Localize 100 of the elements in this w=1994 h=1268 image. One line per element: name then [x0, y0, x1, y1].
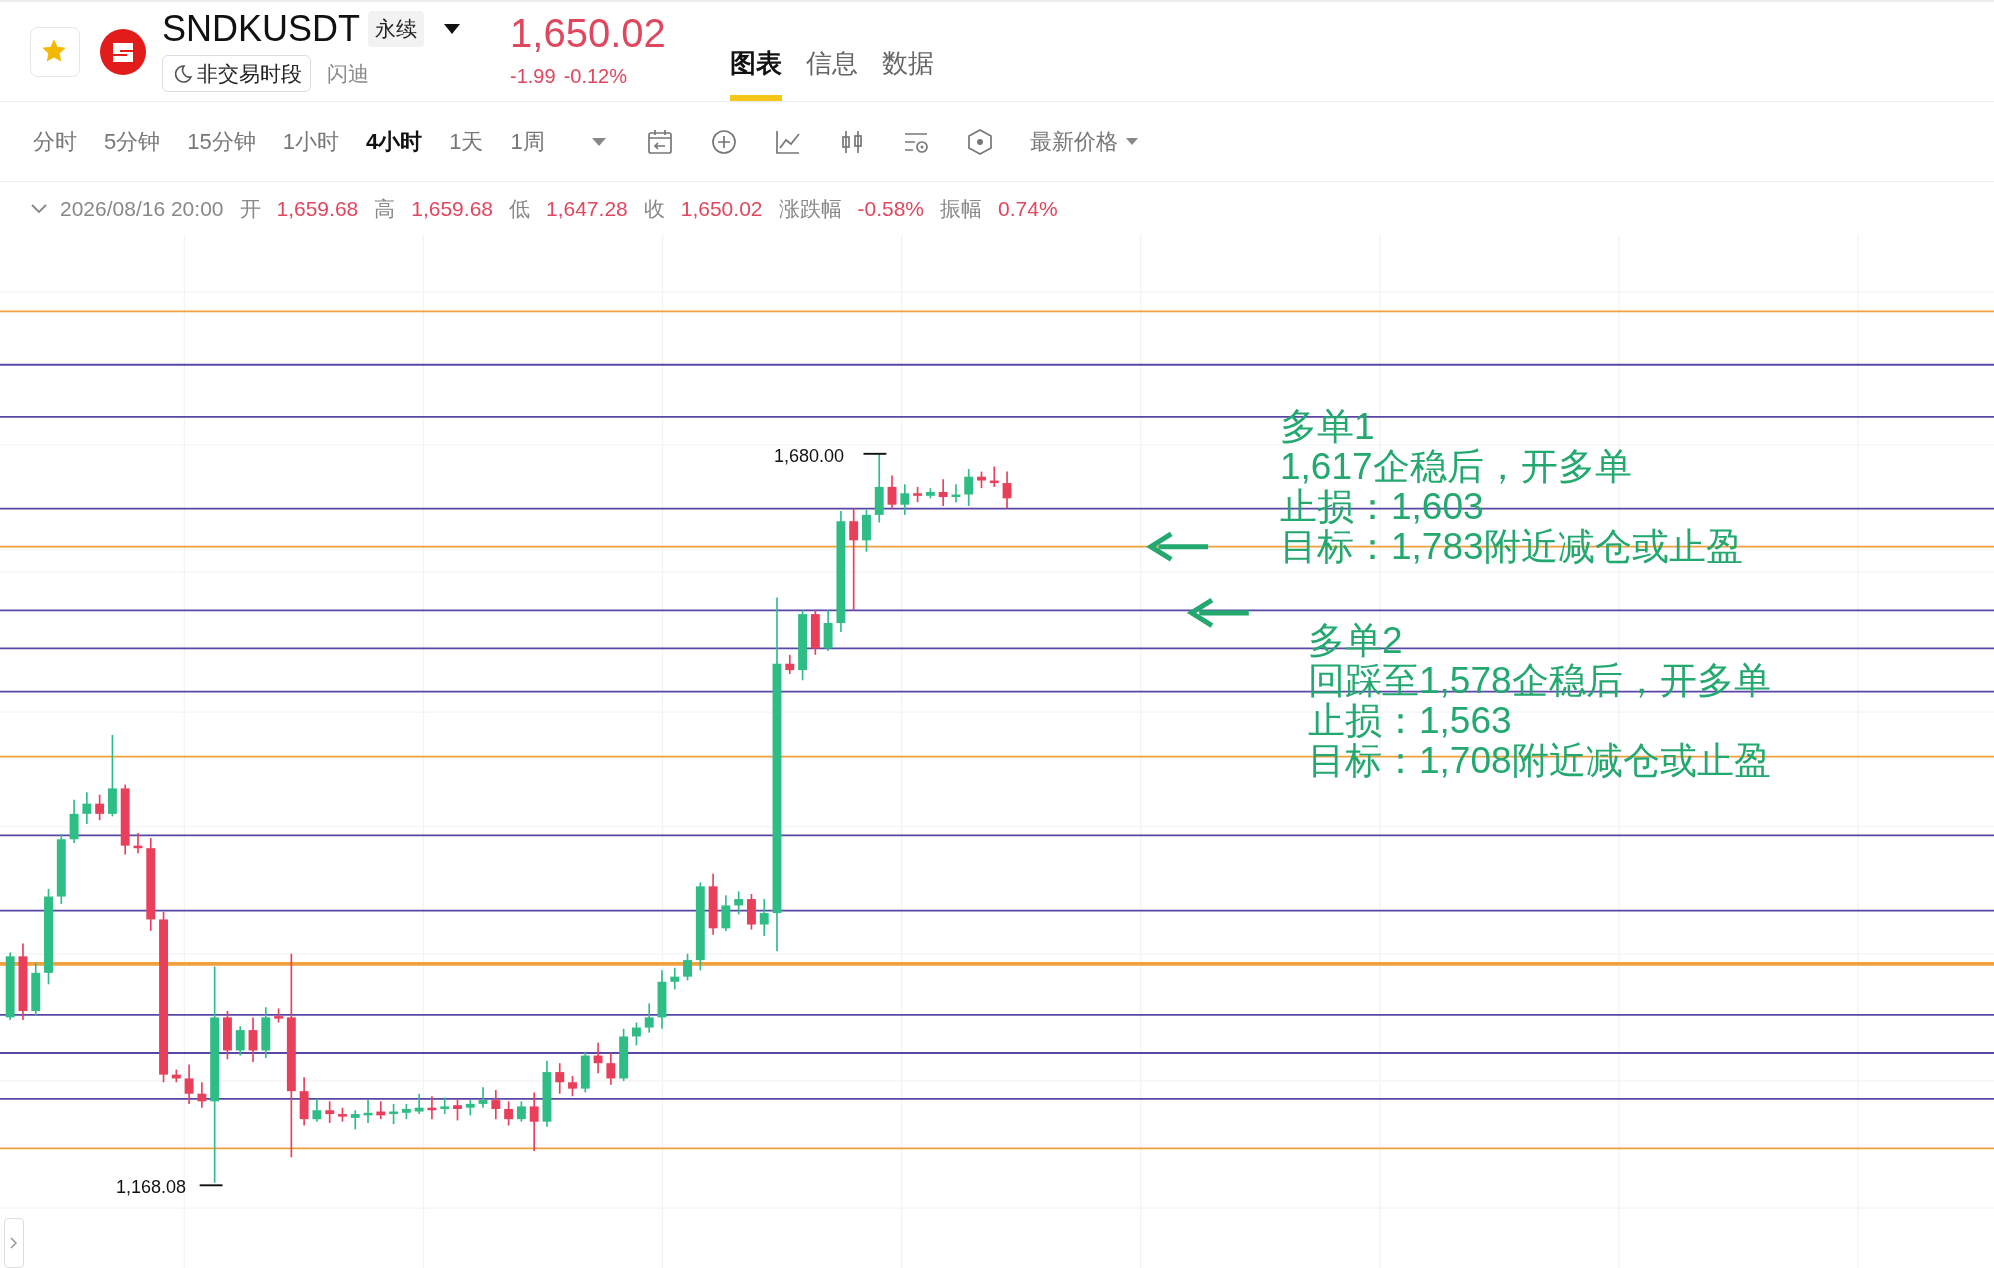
field-value: -0.58% [857, 195, 925, 222]
candle [465, 1099, 475, 1117]
candle [708, 872, 718, 936]
logo-icon [100, 28, 146, 75]
candle [887, 474, 897, 510]
candle [401, 1103, 411, 1120]
candle [197, 1081, 207, 1109]
interval-tab[interactable]: 1周 [510, 125, 545, 158]
candle [350, 1109, 360, 1131]
field-value: 1,659.68 [411, 195, 493, 222]
calendar-icon[interactable] [645, 127, 674, 156]
caret-icon[interactable] [444, 23, 461, 34]
candle [376, 1100, 386, 1120]
candle [440, 1096, 450, 1115]
candle [542, 1059, 552, 1128]
candle [363, 1099, 373, 1124]
candle [568, 1075, 577, 1098]
interval-tab[interactable]: 15分钟 [187, 125, 256, 158]
bar-time: 2026/08/16 20:00 [60, 195, 224, 222]
candle [82, 791, 92, 825]
candle [248, 1016, 258, 1063]
candle [900, 483, 910, 516]
candle [274, 1007, 283, 1024]
annotation-text: 止损：1,563 [1308, 701, 1513, 741]
field-value: 1,659.68 [276, 195, 359, 222]
tab[interactable]: 信息 [805, 44, 858, 101]
field-label: 开 [239, 195, 261, 222]
candle [951, 483, 961, 503]
candle [925, 487, 935, 500]
candle [823, 609, 833, 652]
candle [516, 1100, 526, 1123]
candle [734, 890, 744, 916]
candle [785, 654, 795, 675]
candle [427, 1095, 437, 1120]
candle [874, 453, 884, 524]
candle [312, 1097, 322, 1123]
chevron-right-icon [10, 1237, 18, 1249]
candle [529, 1091, 539, 1152]
company-name: 闪迪 [327, 60, 369, 87]
hexagon-icon[interactable] [965, 127, 994, 156]
candle [184, 1063, 194, 1105]
candle [69, 799, 79, 844]
candle [977, 470, 986, 489]
candle [261, 1006, 271, 1059]
candle [5, 951, 15, 1021]
contract-type-tag: 永续 [368, 11, 425, 47]
chevron-down-icon[interactable] [30, 203, 48, 214]
candle [593, 1042, 603, 1075]
low-price-label: 1,168.08 [116, 1176, 187, 1199]
add-icon[interactable] [709, 127, 738, 156]
field-label: 涨跌幅 [778, 195, 842, 222]
candle [913, 486, 923, 503]
candle [171, 1068, 181, 1084]
candle [453, 1097, 462, 1122]
candle [389, 1103, 399, 1126]
candle [747, 893, 756, 931]
candle [555, 1062, 565, 1095]
leader-line [862, 452, 888, 455]
candle [862, 508, 871, 553]
candle [1002, 470, 1012, 510]
candle [491, 1089, 501, 1120]
candle [810, 609, 820, 656]
field-label: 低 [509, 195, 530, 222]
interval-tab[interactable]: 分时 [33, 125, 77, 158]
candle [133, 832, 143, 855]
interval-tab[interactable]: 1天 [449, 125, 484, 158]
candle [235, 1025, 245, 1057]
annotation-text: 1,617企稳后，开多单 [1280, 447, 1633, 487]
tab[interactable]: 数据 [881, 44, 934, 101]
field-value: 1,650.02 [680, 195, 763, 222]
candle [644, 1002, 654, 1034]
leader-line [198, 1184, 224, 1187]
interval-tab[interactable]: 1小时 [282, 125, 339, 158]
field-value: 0.74% [998, 195, 1058, 222]
price-type-dropdown[interactable]: 最新价格 [1029, 125, 1138, 158]
candle [606, 1052, 616, 1086]
price-change: -1.99 [510, 63, 556, 89]
last-price: 1,650.02 [510, 12, 666, 53]
candle [657, 969, 667, 1030]
symbol-name: SNDKUSDT [162, 10, 361, 47]
candle [619, 1028, 629, 1082]
field-label: 高 [374, 195, 396, 222]
field-label: 收 [643, 195, 665, 222]
high-price-label: 1,680.00 [774, 445, 845, 468]
caret-icon [1125, 138, 1138, 145]
interval-tab[interactable]: 5分钟 [104, 125, 161, 158]
candle [759, 898, 769, 937]
percent-change: -0.12% [563, 63, 627, 89]
tab[interactable]: 图表 [729, 44, 782, 101]
market-status-tag: 非交易时段 [162, 54, 311, 93]
candle [56, 833, 66, 905]
candle [670, 966, 680, 991]
annotation-text: 多单1 [1280, 407, 1376, 447]
candle [95, 793, 105, 822]
interval-tab[interactable]: 4小时 [366, 125, 423, 158]
candle [989, 465, 999, 488]
candle [223, 1010, 232, 1061]
candle [299, 1076, 309, 1127]
candle [964, 468, 974, 507]
annotation-text: 回踩至1,578企稳后，开多单 [1308, 661, 1771, 701]
